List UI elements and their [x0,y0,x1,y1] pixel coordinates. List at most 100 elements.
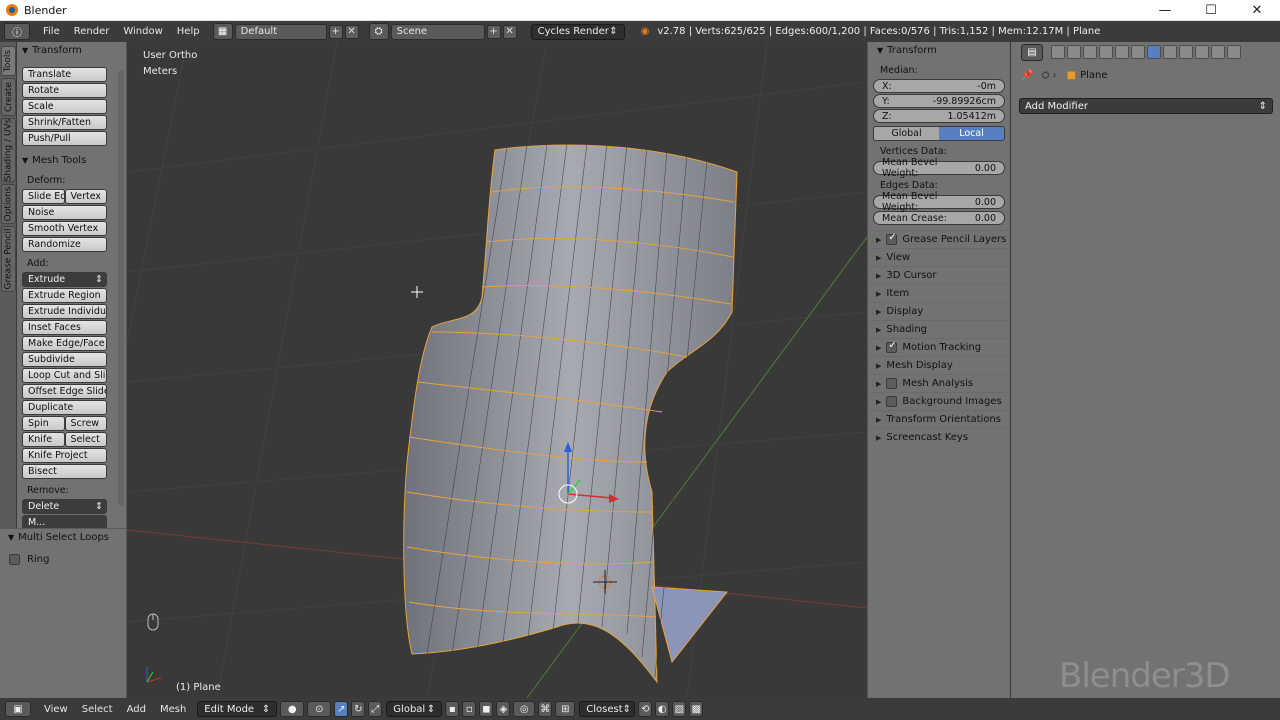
tab-grease-pencil[interactable]: Grease Pencil [1,226,16,292]
add-scene-icon[interactable]: + [486,24,501,39]
loop-cut-slide-button[interactable]: Loop Cut and Sli... [22,368,107,383]
layout-name-field[interactable]: Default [234,23,327,40]
tab-options[interactable]: Options [1,184,16,224]
panel-screencast-keys[interactable]: ▶ Screencast Keys [868,428,1010,446]
panel-grease-pencil-layers[interactable]: ▶Grease Pencil Layers [868,230,1010,248]
global-toggle[interactable]: Global [874,127,939,140]
tab-shading-uvs[interactable]: Shading / UVs [1,118,16,182]
panel-shading[interactable]: ▶ Shading [868,320,1010,338]
add-modifier-dropdown[interactable]: Add Modifier ⇕ [1019,98,1273,114]
interaction-mode-dropdown[interactable]: Edit Mode ⇕ [197,701,278,717]
occlude-geometry-icon[interactable]: ◈ [496,701,511,717]
proportional-editing-icon[interactable]: ◎ [513,701,536,717]
panel-display[interactable]: ▶ Display [868,302,1010,320]
menu-file[interactable]: File [36,26,67,37]
extrude-region-button[interactable]: Extrude Region [22,288,107,303]
background-images-checkbox[interactable] [886,396,898,407]
panel-mesh-display[interactable]: ▶ Mesh Display [868,356,1010,374]
editor-type-properties-button[interactable]: ▤ [1021,43,1043,61]
vertex-bevel-weight-field[interactable]: Mean Bevel Weight: 0.00 [873,157,1005,179]
snap-align-rotation-icon[interactable]: ⟲ [638,701,653,717]
median-y-field[interactable]: Y: -99.89926cm [873,94,1005,108]
offset-edge-slide-button[interactable]: Offset Edge Slide [22,384,107,399]
transform-orientation-dropdown[interactable]: Global ⇕ [386,701,443,717]
data-tab-icon[interactable] [1163,45,1177,59]
edge-bevel-weight-field[interactable]: Mean Bevel Weight: 0.00 [873,191,1005,213]
snap-element-icon[interactable]: ⊞ [555,701,576,717]
duplicate-button[interactable]: Duplicate [22,400,107,415]
transform-panel-header[interactable]: ▼ Transform [868,42,1010,59]
slide-vertex-button[interactable]: Vertex [64,189,107,204]
bisect-button[interactable]: Bisect [22,464,107,479]
menu-help[interactable]: Help [170,26,207,37]
object-tab-icon[interactable] [1115,45,1129,59]
vertex-select-icon[interactable]: ▪ [445,701,460,717]
extrude-individual-button[interactable]: Extrude Individual [22,304,107,319]
panel-transform-orientations[interactable]: ▶ Transform Orientations [868,410,1010,428]
texture-tab-icon[interactable] [1195,45,1209,59]
mesh-analysis-checkbox[interactable] [886,378,898,389]
menu-render[interactable]: Render [67,26,117,37]
render-preview-icon[interactable]: ◐ [655,701,670,717]
push-pull-button[interactable]: Push/Pull [22,131,107,146]
constraints-tab-icon[interactable] [1131,45,1145,59]
mesh-tools-panel-header[interactable]: ▼ Mesh Tools [17,152,126,169]
median-z-field[interactable]: Z: 1.05412m [873,109,1005,123]
manipulator-rotate-icon[interactable]: ↻ [351,701,366,717]
rotate-button[interactable]: Rotate [22,83,107,98]
minimize-button[interactable]: — [1142,0,1188,21]
remove-scene-icon[interactable]: ✕ [502,24,517,39]
motion-tracking-checkbox[interactable] [886,340,898,353]
transform-panel-header[interactable]: ▼ Transform [17,42,126,59]
local-toggle[interactable]: Local [939,127,1004,140]
add-layout-icon[interactable]: + [328,24,343,39]
mean-crease-field[interactable]: Mean Crease: 0.00 [873,211,1005,225]
menu-window[interactable]: Window [116,26,169,37]
subdivide-button[interactable]: Subdivide [22,352,107,367]
shrink-fatten-button[interactable]: Shrink/Fatten [22,115,107,130]
scene-name-field[interactable]: Scene [390,23,485,40]
face-select-icon[interactable]: ◼ [479,701,494,717]
material-tab-icon[interactable] [1179,45,1193,59]
screen-layout-icon[interactable]: ▦ [212,23,233,40]
edge-select-icon[interactable]: ▫ [462,701,477,717]
panel-mesh-analysis[interactable]: ▶ Mesh Analysis [868,374,1010,392]
median-x-field[interactable]: X: -0m [873,79,1005,93]
panel-view[interactable]: ▶ View [868,248,1010,266]
scene-icon[interactable]: ⛭ [368,23,389,40]
translate-button[interactable]: Translate [22,67,107,82]
knife-button[interactable]: Knife [22,432,65,447]
menu-select[interactable]: Select [75,704,120,715]
randomize-button[interactable]: Randomize [22,237,107,252]
multi-select-loops-header[interactable]: ▼ Multi Select Loops [0,529,126,546]
tab-create[interactable]: Create [1,78,16,116]
render-tab-icon[interactable] [1051,45,1065,59]
slide-edge-button[interactable]: Slide Ed [22,189,65,204]
render-engine-dropdown[interactable]: Cycles Render ⇕ [530,23,625,40]
ring-checkbox[interactable] [9,554,20,565]
pin-icon[interactable]: 📌 [1021,70,1033,81]
snap-toggle-icon[interactable]: ⌘ [538,701,553,717]
make-edge-face-button[interactable]: Make Edge/Face [22,336,107,351]
knife-select-button[interactable]: Select [64,432,107,447]
panel-item[interactable]: ▶ Item [868,284,1010,302]
menu-view[interactable]: View [37,704,75,715]
merge-dropdown[interactable]: M... [22,515,107,528]
screw-button[interactable]: Screw [64,416,107,431]
smooth-vertex-button[interactable]: Smooth Vertex [22,221,107,236]
world-tab-icon[interactable] [1099,45,1113,59]
menu-add[interactable]: Add [120,704,153,715]
render-layers-tab-icon[interactable] [1067,45,1081,59]
remove-layout-icon[interactable]: ✕ [344,24,359,39]
extrude-dropdown[interactable]: Extrude ⇕ [22,272,107,287]
panel-3d-cursor[interactable]: ▶ 3D Cursor [868,266,1010,284]
particles-tab-icon[interactable] [1211,45,1225,59]
panel-motion-tracking[interactable]: ▶Motion Tracking [868,338,1010,356]
grease-pencil-layers-checkbox[interactable] [886,232,898,245]
scale-button[interactable]: Scale [22,99,107,114]
spin-button[interactable]: Spin [22,416,65,431]
delete-dropdown[interactable]: Delete ⇕ [22,499,107,514]
manipulator-translate-icon[interactable]: ↗ [334,701,349,717]
opengl-animation-icon[interactable]: ▩ [689,701,704,717]
maximize-button[interactable]: ☐ [1188,0,1234,21]
